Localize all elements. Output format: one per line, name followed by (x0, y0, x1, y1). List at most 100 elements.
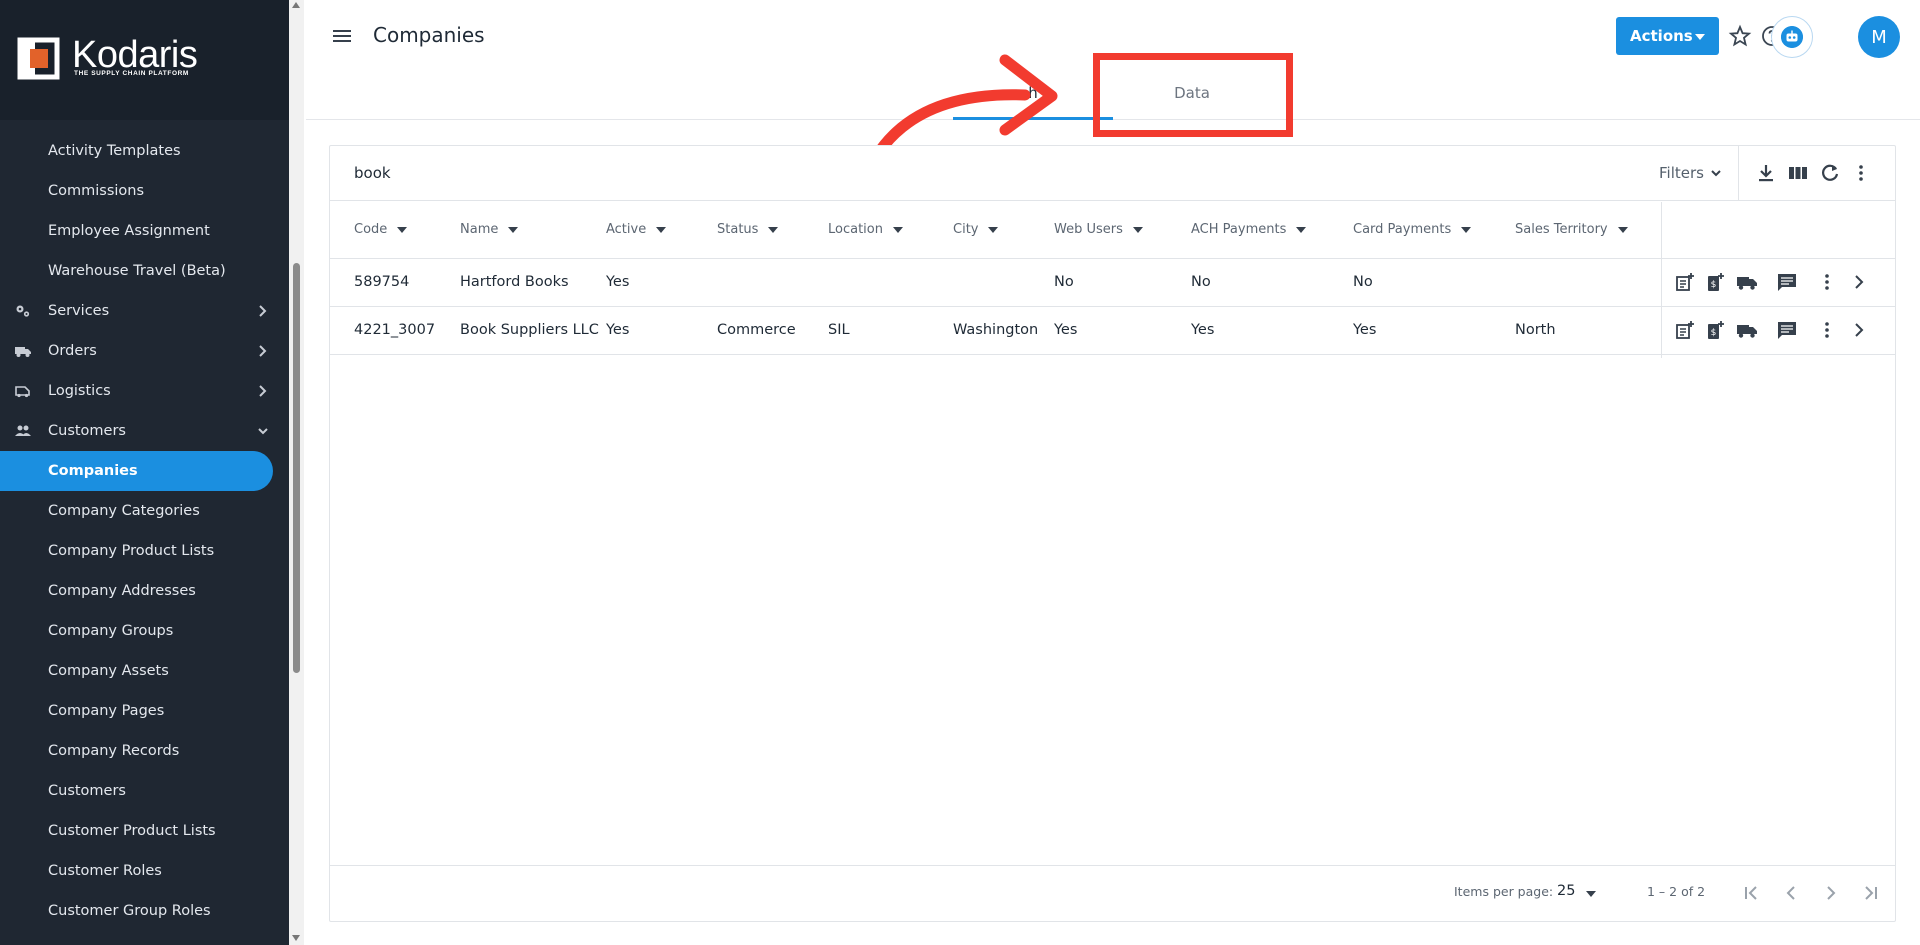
user-avatar[interactable]: M (1858, 16, 1900, 58)
last-page-icon[interactable] (1860, 882, 1882, 904)
column-header-label: Location (828, 222, 883, 237)
sidebar-item-customers[interactable]: Customers (0, 771, 289, 811)
sidebar-item-employee-assignment[interactable]: Employee Assignment (0, 211, 289, 251)
sidebar-item-label: Customers (48, 423, 126, 439)
first-page-icon[interactable] (1740, 882, 1762, 904)
previous-page-icon[interactable] (1780, 882, 1802, 904)
chevron-right-icon[interactable] (1848, 271, 1870, 293)
page-header: Companies h Data Actions M (306, 0, 1920, 137)
sidebar-group-customers[interactable]: Customers (0, 411, 289, 451)
comment-icon[interactable] (1776, 271, 1798, 293)
sort-caret-icon (768, 226, 779, 233)
actions-button-label: Actions (1630, 27, 1693, 45)
caret-down-icon[interactable] (1586, 891, 1596, 897)
page-range-label: 1 – 2 of 2 (1647, 884, 1706, 899)
add-note-icon[interactable] (1674, 319, 1696, 341)
sidebar-item-company-assets[interactable]: Company Assets (0, 651, 289, 691)
sort-caret-icon (1132, 226, 1143, 233)
paginator: Items per page: 25 1 – 2 of 2 (330, 865, 1895, 921)
star-icon[interactable] (1728, 24, 1752, 48)
shipping-icon[interactable] (1736, 319, 1758, 341)
scroll-up-arrow-icon[interactable] (292, 2, 300, 8)
scrollbar-thumb[interactable] (293, 263, 300, 673)
sidebar-item-customer-product-lists[interactable]: Customer Product Lists (0, 811, 289, 851)
search-input[interactable] (354, 162, 1654, 184)
sidebar-item-customer-group-roles[interactable]: Customer Group Roles (0, 891, 289, 931)
column-header-web-users[interactable]: Web Users (1054, 222, 1143, 237)
cell-code: 589754 (354, 274, 410, 290)
sidebar-item-companies[interactable]: Companies (0, 451, 273, 491)
search-bar: Filters (330, 146, 1895, 201)
column-header-name[interactable]: Name (460, 222, 519, 237)
column-header-label: City (953, 222, 979, 237)
sidebar-group-orders[interactable]: Orders (0, 331, 289, 371)
comment-icon[interactable] (1776, 319, 1798, 341)
kodaris-logo-icon (17, 37, 60, 80)
delivery-van-icon (15, 386, 30, 398)
cell-city: Washington (953, 322, 1039, 338)
sidebar-item-company-addresses[interactable]: Company Addresses (0, 571, 289, 611)
sidebar-item-warehouse-travel[interactable]: Warehouse Travel (Beta) (0, 251, 289, 291)
items-per-page-select[interactable]: 25 (1557, 883, 1575, 899)
refresh-icon[interactable] (1819, 162, 1841, 184)
sidebar-scrollbar[interactable] (289, 0, 304, 945)
scroll-down-arrow-icon[interactable] (292, 935, 300, 941)
robot-icon (1781, 26, 1803, 48)
sidebar-item-company-pages[interactable]: Company Pages (0, 691, 289, 731)
more-vert-icon[interactable] (1816, 271, 1838, 293)
filters-dropdown[interactable]: Filters (1659, 164, 1704, 182)
cell-active: Yes (606, 322, 630, 338)
sidebar-item-company-categories[interactable]: Company Categories (0, 491, 289, 531)
column-header-card-payments[interactable]: Card Payments (1353, 222, 1472, 237)
sidebar-group-services[interactable]: Services (0, 291, 289, 331)
columns-icon[interactable] (1787, 162, 1809, 184)
sidebar-group-logistics[interactable]: Logistics (0, 371, 289, 411)
more-vert-icon[interactable] (1850, 162, 1872, 184)
column-header-city[interactable]: City (953, 222, 999, 237)
logo-tagline: THE SUPPLY CHAIN PLATFORM (74, 70, 189, 77)
hamburger-menu-icon[interactable] (332, 28, 352, 44)
column-header-label: Web Users (1054, 222, 1123, 237)
column-header-ach-payments[interactable]: ACH Payments (1191, 222, 1307, 237)
column-header-status[interactable]: Status (717, 222, 779, 237)
chevron-down-icon[interactable] (1710, 167, 1722, 179)
column-header-label: Card Payments (1353, 222, 1452, 237)
column-header-code[interactable]: Code (354, 222, 408, 237)
column-header-label: Sales Territory (1515, 222, 1608, 237)
add-payment-icon[interactable]: $ (1704, 271, 1726, 293)
sidebar-item-customer-roles[interactable]: Customer Roles (0, 851, 289, 891)
logo[interactable]: Kodaris THE SUPPLY CHAIN PLATFORM (0, 0, 289, 120)
sidebar-item-company-records[interactable]: Company Records (0, 731, 289, 771)
sidebar-item-label: Orders (48, 343, 97, 359)
more-vert-icon[interactable] (1816, 319, 1838, 341)
sidebar-item-company-product-lists[interactable]: Company Product Lists (0, 531, 289, 571)
sidebar-item-label: Company Product Lists (48, 543, 215, 559)
column-header-label: Active (606, 222, 647, 237)
actions-button[interactable]: Actions (1616, 17, 1719, 55)
svg-text:$: $ (1711, 280, 1717, 290)
table-row[interactable]: 589754 Hartford Books Yes No No No $ (330, 259, 1895, 307)
items-per-page-label: Items per page: (1454, 884, 1554, 899)
sort-caret-icon (1296, 226, 1307, 233)
column-header-active[interactable]: Active (606, 222, 667, 237)
download-icon[interactable] (1755, 162, 1777, 184)
table-row[interactable]: 4221_3007 Book Suppliers LLC Yes Commerc… (330, 307, 1895, 355)
sidebar-item-activity-templates[interactable]: Activity Templates (0, 131, 289, 171)
sidebar-item-label: Employee Assignment (48, 223, 210, 239)
add-payment-icon[interactable]: $ (1704, 319, 1726, 341)
assistant-bot-button[interactable] (1771, 16, 1813, 58)
sidebar-item-company-groups[interactable]: Company Groups (0, 611, 289, 651)
sidebar-item-label: Warehouse Travel (Beta) (48, 263, 226, 279)
sidebar-item-label: Customers (48, 783, 126, 799)
column-header-sales-territory[interactable]: Sales Territory (1515, 222, 1628, 237)
shipping-icon[interactable] (1736, 271, 1758, 293)
chevron-right-icon[interactable] (1848, 319, 1870, 341)
sidebar-item-commissions[interactable]: Commissions (0, 171, 289, 211)
page-title: Companies (373, 23, 485, 47)
next-page-icon[interactable] (1820, 882, 1842, 904)
add-note-icon[interactable] (1674, 271, 1696, 293)
column-header-location[interactable]: Location (828, 222, 903, 237)
cell-web-users: Yes (1054, 322, 1078, 338)
sort-caret-icon (397, 226, 408, 233)
column-header-label: Status (717, 222, 759, 237)
